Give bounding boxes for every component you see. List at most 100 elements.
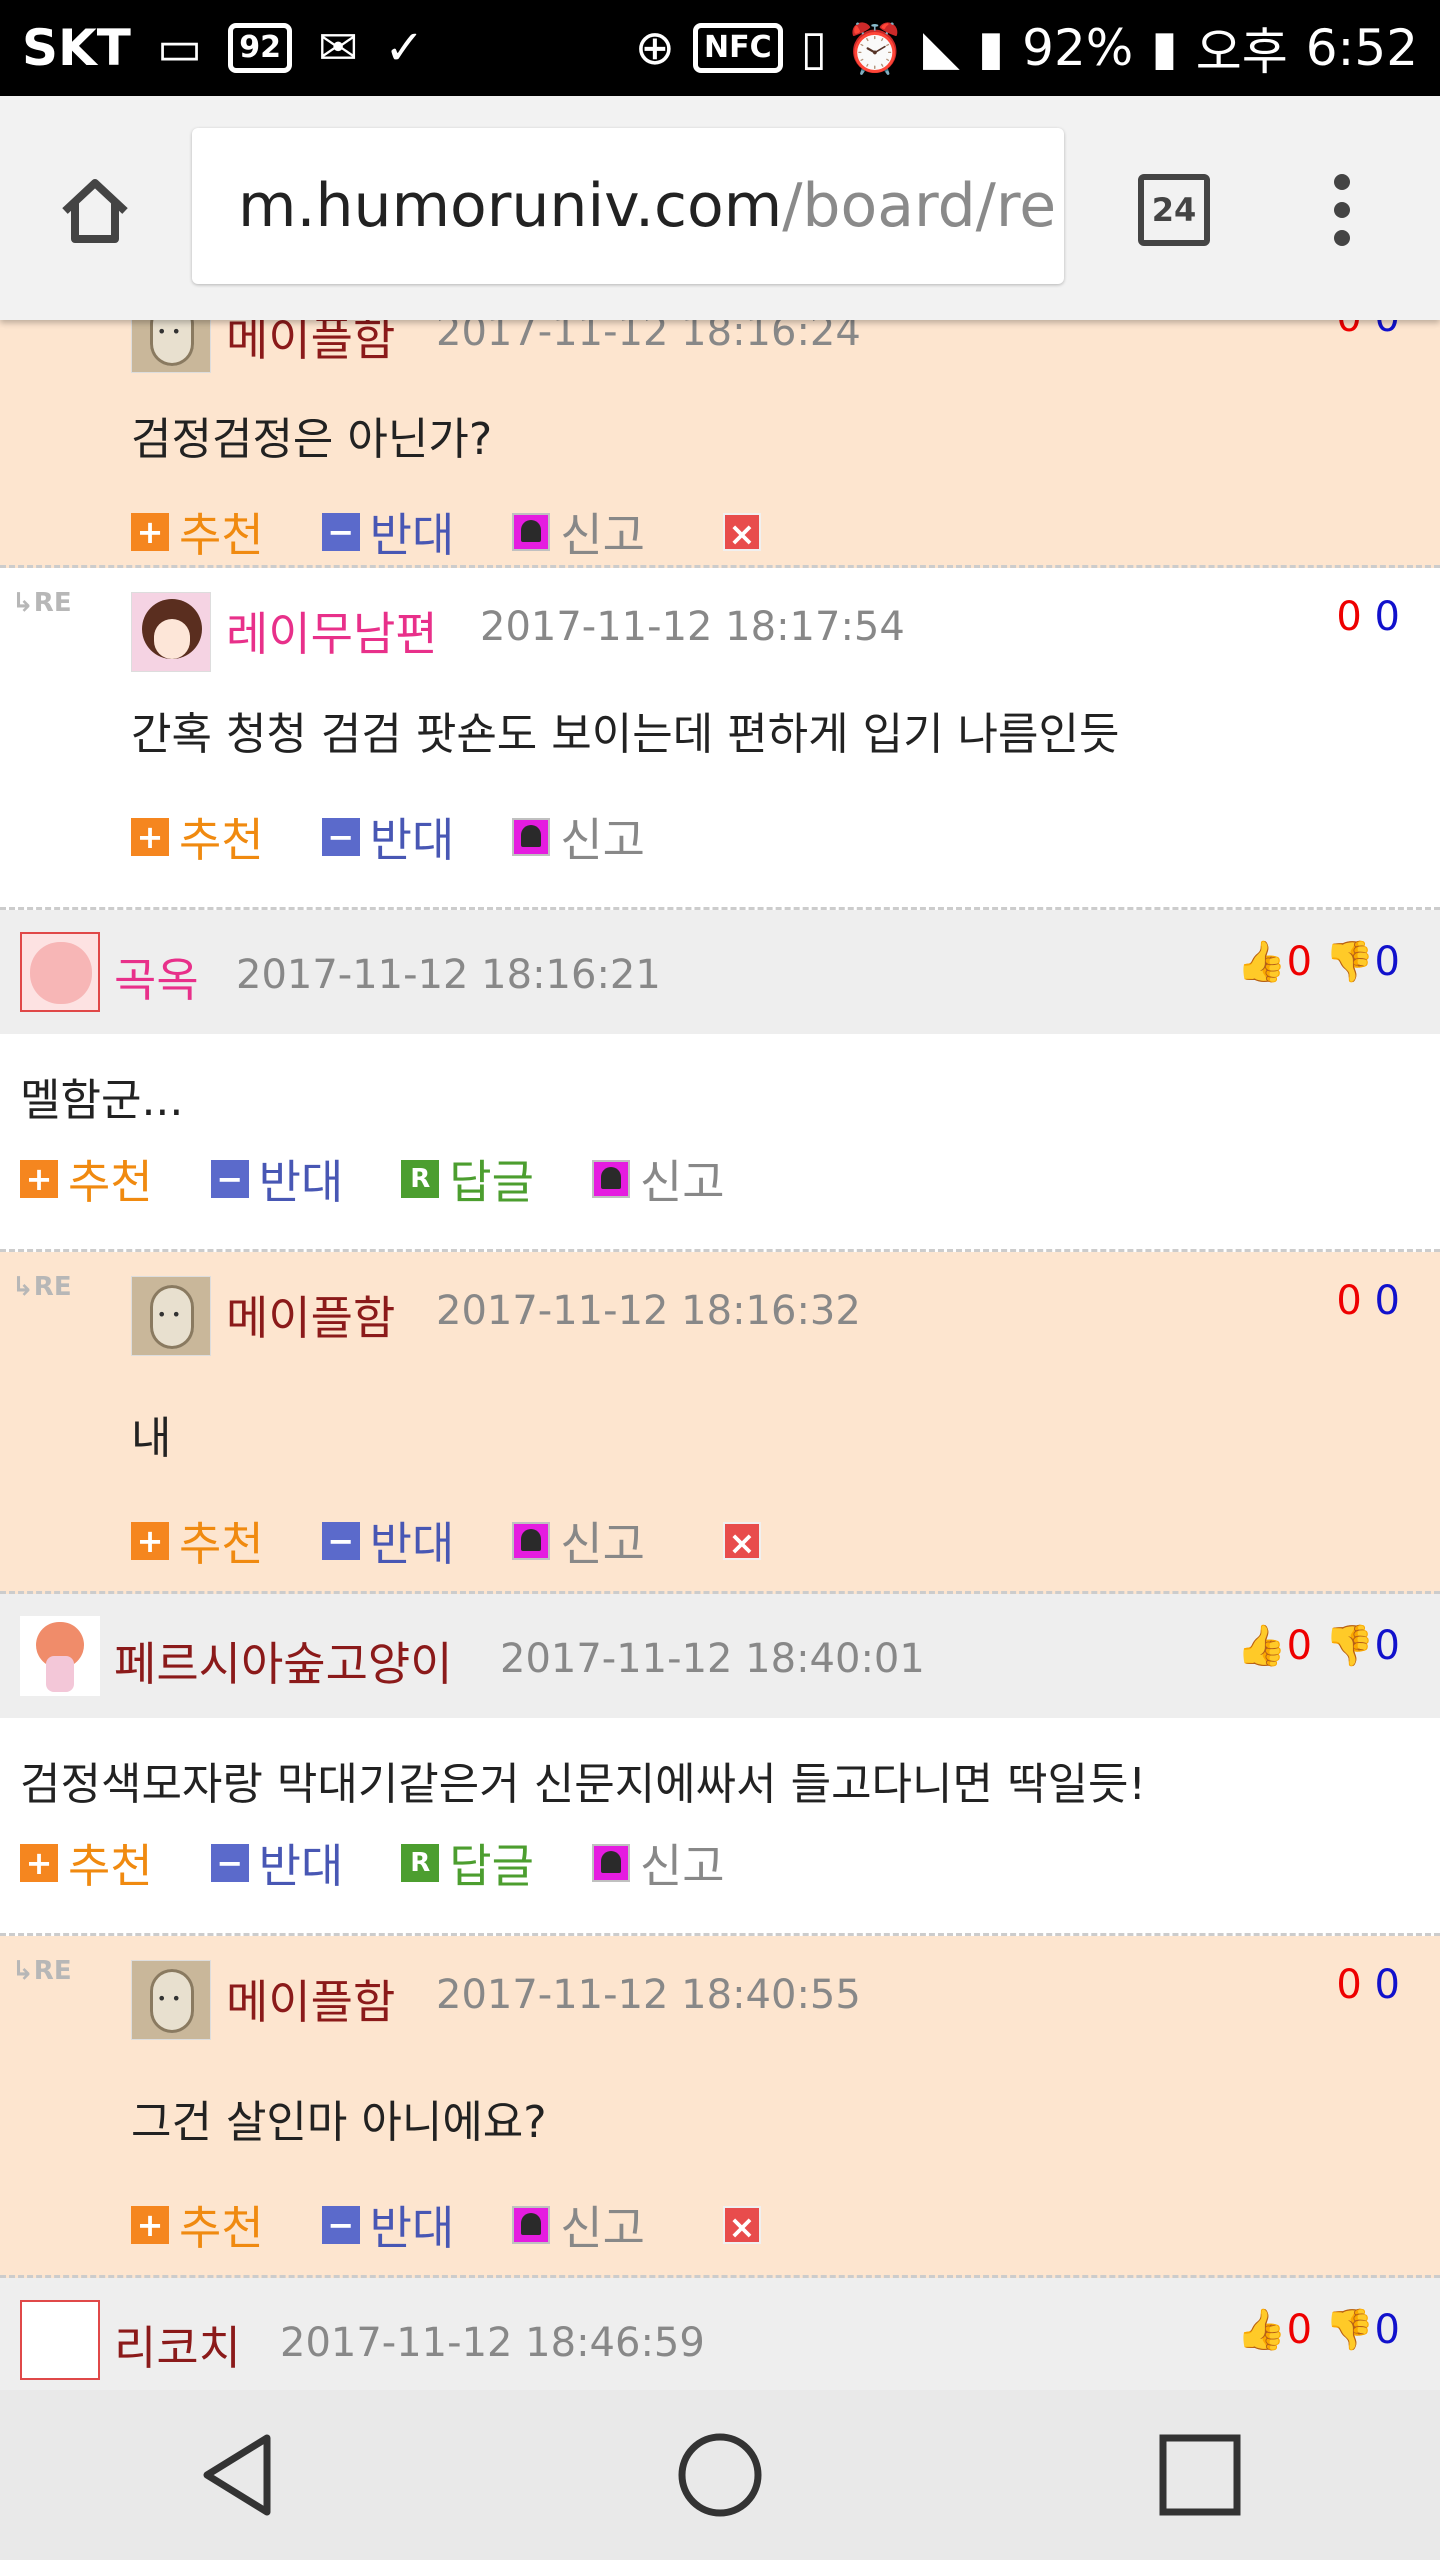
oppose-button[interactable]: − 반대 [210, 1830, 343, 1896]
reply-item: ↳RE 레이무남편 2017-11-12 18:17:54 0 0 간혹 청청 … [0, 568, 1440, 910]
avatar[interactable] [20, 2300, 100, 2380]
data-saver-icon: ⊕ [634, 20, 675, 76]
plus-icon: + [131, 513, 169, 551]
recommend-button[interactable]: + 추천 [20, 1830, 153, 1896]
avatar[interactable] [131, 1276, 211, 1356]
carrier-label: SKT [22, 19, 131, 77]
up-count: 0 [1336, 320, 1361, 341]
back-icon[interactable] [195, 2430, 285, 2520]
vote-counts: 👍0 👎0 [1237, 1622, 1400, 1669]
minus-icon: − [210, 1844, 249, 1882]
reply-button[interactable]: R 답글 [401, 1830, 534, 1896]
comment-body: 멜함군... + 추천 − 반대 R 답글 신고 [0, 1034, 1440, 1252]
down-count: 0 [1374, 1962, 1400, 2008]
oppose-button[interactable]: − 반대 [321, 2192, 455, 2258]
comment-header: 리코치 2017-11-12 18:46:59 👍0 👎0 [0, 2278, 1440, 2390]
down-count: 0 [1374, 939, 1400, 985]
recommend-button[interactable]: + 추천 [131, 1508, 264, 1574]
comment-actions: + 추천 − 반대 R 답글 신고 [20, 1146, 783, 1212]
comment-actions: + 추천 − 반대 신고 × [131, 499, 771, 565]
delete-icon[interactable]: × [722, 1522, 761, 1562]
recommend-button[interactable]: + 추천 [131, 2192, 264, 2258]
avatar[interactable] [20, 932, 100, 1012]
nickname[interactable]: 곡옥 [114, 944, 199, 1010]
plus-icon: + [20, 1160, 58, 1198]
mail-icon: ✉ [317, 20, 359, 76]
oppose-button[interactable]: − 반대 [321, 804, 455, 870]
reply-item: 메이플함 2017-11-12 18:16:24 0 0 검정검정은 아닌가? … [0, 320, 1440, 568]
nickname[interactable]: 메이플함 [226, 1966, 395, 2032]
vote-counts: 👍0 👎0 [1237, 938, 1400, 985]
nickname[interactable]: 레이무남편 [226, 598, 438, 664]
comment-header: 곡옥 2017-11-12 18:16:21 👍0 👎0 [0, 910, 1440, 1034]
recommend-label: 추천 [68, 1155, 153, 1209]
vibrate-icon: ▯ [800, 20, 828, 76]
tab-switcher-button[interactable]: 24 [1138, 174, 1210, 246]
minus-icon: − [321, 1522, 360, 1560]
status-bar: SKT ▭ 92 ✉ ✓ ⊕ NFC ▯ ⏰ ◣ ▮ 92% ▮ 오후 6:52 [0, 0, 1440, 96]
plus-icon: + [20, 1844, 58, 1882]
up-count: 0 [1336, 594, 1362, 640]
avatar[interactable] [20, 1616, 100, 1696]
clock: 6:52 [1305, 19, 1418, 77]
report-button[interactable]: 신고 [512, 1508, 645, 1574]
nickname[interactable]: 페르시아숲고양이 [114, 1628, 453, 1694]
reply-item: ↳RE 메이플함 2017-11-12 18:40:55 0 0 그건 살인마 … [0, 1936, 1440, 2278]
comment-text: 내 [131, 1413, 172, 1464]
home-circle-icon[interactable] [675, 2430, 765, 2520]
nfc-icon: NFC [693, 23, 783, 73]
report-button[interactable]: 신고 [512, 499, 645, 565]
avatar[interactable] [131, 320, 211, 373]
delete-icon[interactable]: × [722, 2206, 761, 2246]
recommend-button[interactable]: + 추천 [131, 499, 264, 565]
android-nav-bar [0, 2390, 1440, 2560]
oppose-button[interactable]: − 반대 [210, 1146, 343, 1212]
oppose-label: 반대 [369, 2201, 455, 2255]
vote-counts: 0 0 [1336, 320, 1400, 341]
oppose-label: 반대 [369, 813, 455, 867]
plus-icon: + [131, 2206, 169, 2244]
thumbs-down-icon: 👎 [1324, 1623, 1375, 1669]
url-field[interactable]: m.humoruniv.com/board/re [192, 128, 1064, 284]
comment-actions: + 추천 − 반대 R 답글 신고 [20, 1830, 783, 1896]
report-button[interactable]: 신고 [512, 804, 645, 870]
comment-text: 간혹 청청 검검 팟숀도 보이는데 편하게 입기 나름인듯 [131, 709, 1120, 760]
oppose-button[interactable]: − 반대 [321, 1508, 454, 1574]
nickname[interactable]: 메이플함 [226, 320, 395, 369]
vote-counts: 0 0 [1336, 594, 1400, 640]
thumbs-up-icon: 👍 [1236, 2307, 1287, 2353]
recents-icon[interactable] [1155, 2430, 1245, 2520]
time-ampm: 오후 [1195, 23, 1288, 81]
reply-item: ↳RE 메이플함 2017-11-12 18:16:32 0 0 내 + 추천 −… [0, 1252, 1440, 1594]
overflow-menu-icon[interactable] [1332, 174, 1352, 250]
minus-icon: − [210, 1160, 249, 1198]
reply-button[interactable]: R 답글 [401, 1146, 534, 1212]
nickname[interactable]: 메이플함 [226, 1282, 395, 1348]
comment-date: 2017-11-12 18:40:01 [500, 1636, 925, 1682]
recommend-button[interactable]: + 추천 [131, 804, 264, 870]
comment-date: 2017-11-12 18:46:59 [280, 2320, 705, 2366]
plus-icon: + [131, 1522, 169, 1560]
recommend-button[interactable]: + 추천 [20, 1146, 153, 1212]
down-count: 0 [1374, 594, 1400, 640]
download-done-icon: ✓ [384, 20, 425, 76]
down-count: 0 [1374, 2307, 1400, 2353]
oppose-button[interactable]: − 반대 [321, 499, 454, 565]
down-count: 0 [1375, 320, 1400, 341]
report-button[interactable]: 신고 [591, 1830, 725, 1896]
avatar[interactable] [131, 1960, 211, 2040]
up-count: 0 [1286, 939, 1313, 985]
comment-text: 그건 살인마 아니에요? [131, 2097, 547, 2148]
report-button[interactable]: 신고 [591, 1146, 725, 1212]
thumbs-down-icon: 👎 [1324, 939, 1375, 985]
report-button[interactable]: 신고 [512, 2192, 645, 2258]
nickname[interactable]: 리코치 [114, 2312, 241, 2378]
siren-icon [512, 818, 551, 856]
home-icon[interactable] [55, 171, 135, 251]
up-count: 0 [1336, 1962, 1362, 2008]
comment-actions: + 추천 − 반대 신고 × [131, 2192, 771, 2258]
comment-date: 2017-11-12 18:16:24 [436, 320, 861, 355]
avatar[interactable] [131, 592, 211, 672]
delete-icon[interactable]: × [722, 513, 761, 553]
report-label: 신고 [639, 1839, 725, 1893]
